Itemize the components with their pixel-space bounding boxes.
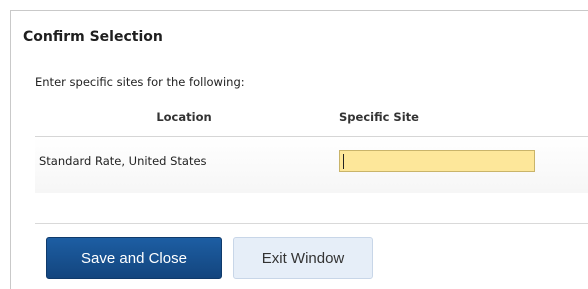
column-header-specific-site: Specific Site: [339, 110, 419, 124]
dialog-title: Confirm Selection: [23, 29, 163, 45]
column-header-location: Location: [156, 110, 212, 124]
instructions-text: Enter specific sites for the following:: [35, 75, 245, 89]
specific-site-input[interactable]: [339, 150, 535, 172]
save-and-close-button[interactable]: Save and Close: [46, 237, 222, 279]
location-cell: Standard Rate, United States: [39, 154, 207, 168]
sites-table: Location Specific Site Standard Rate, Un…: [35, 107, 588, 193]
exit-window-button[interactable]: Exit Window: [233, 237, 373, 279]
text-cursor: [343, 154, 344, 169]
confirm-selection-dialog: Confirm Selection Enter specific sites f…: [10, 10, 588, 289]
footer-divider: [35, 223, 588, 224]
